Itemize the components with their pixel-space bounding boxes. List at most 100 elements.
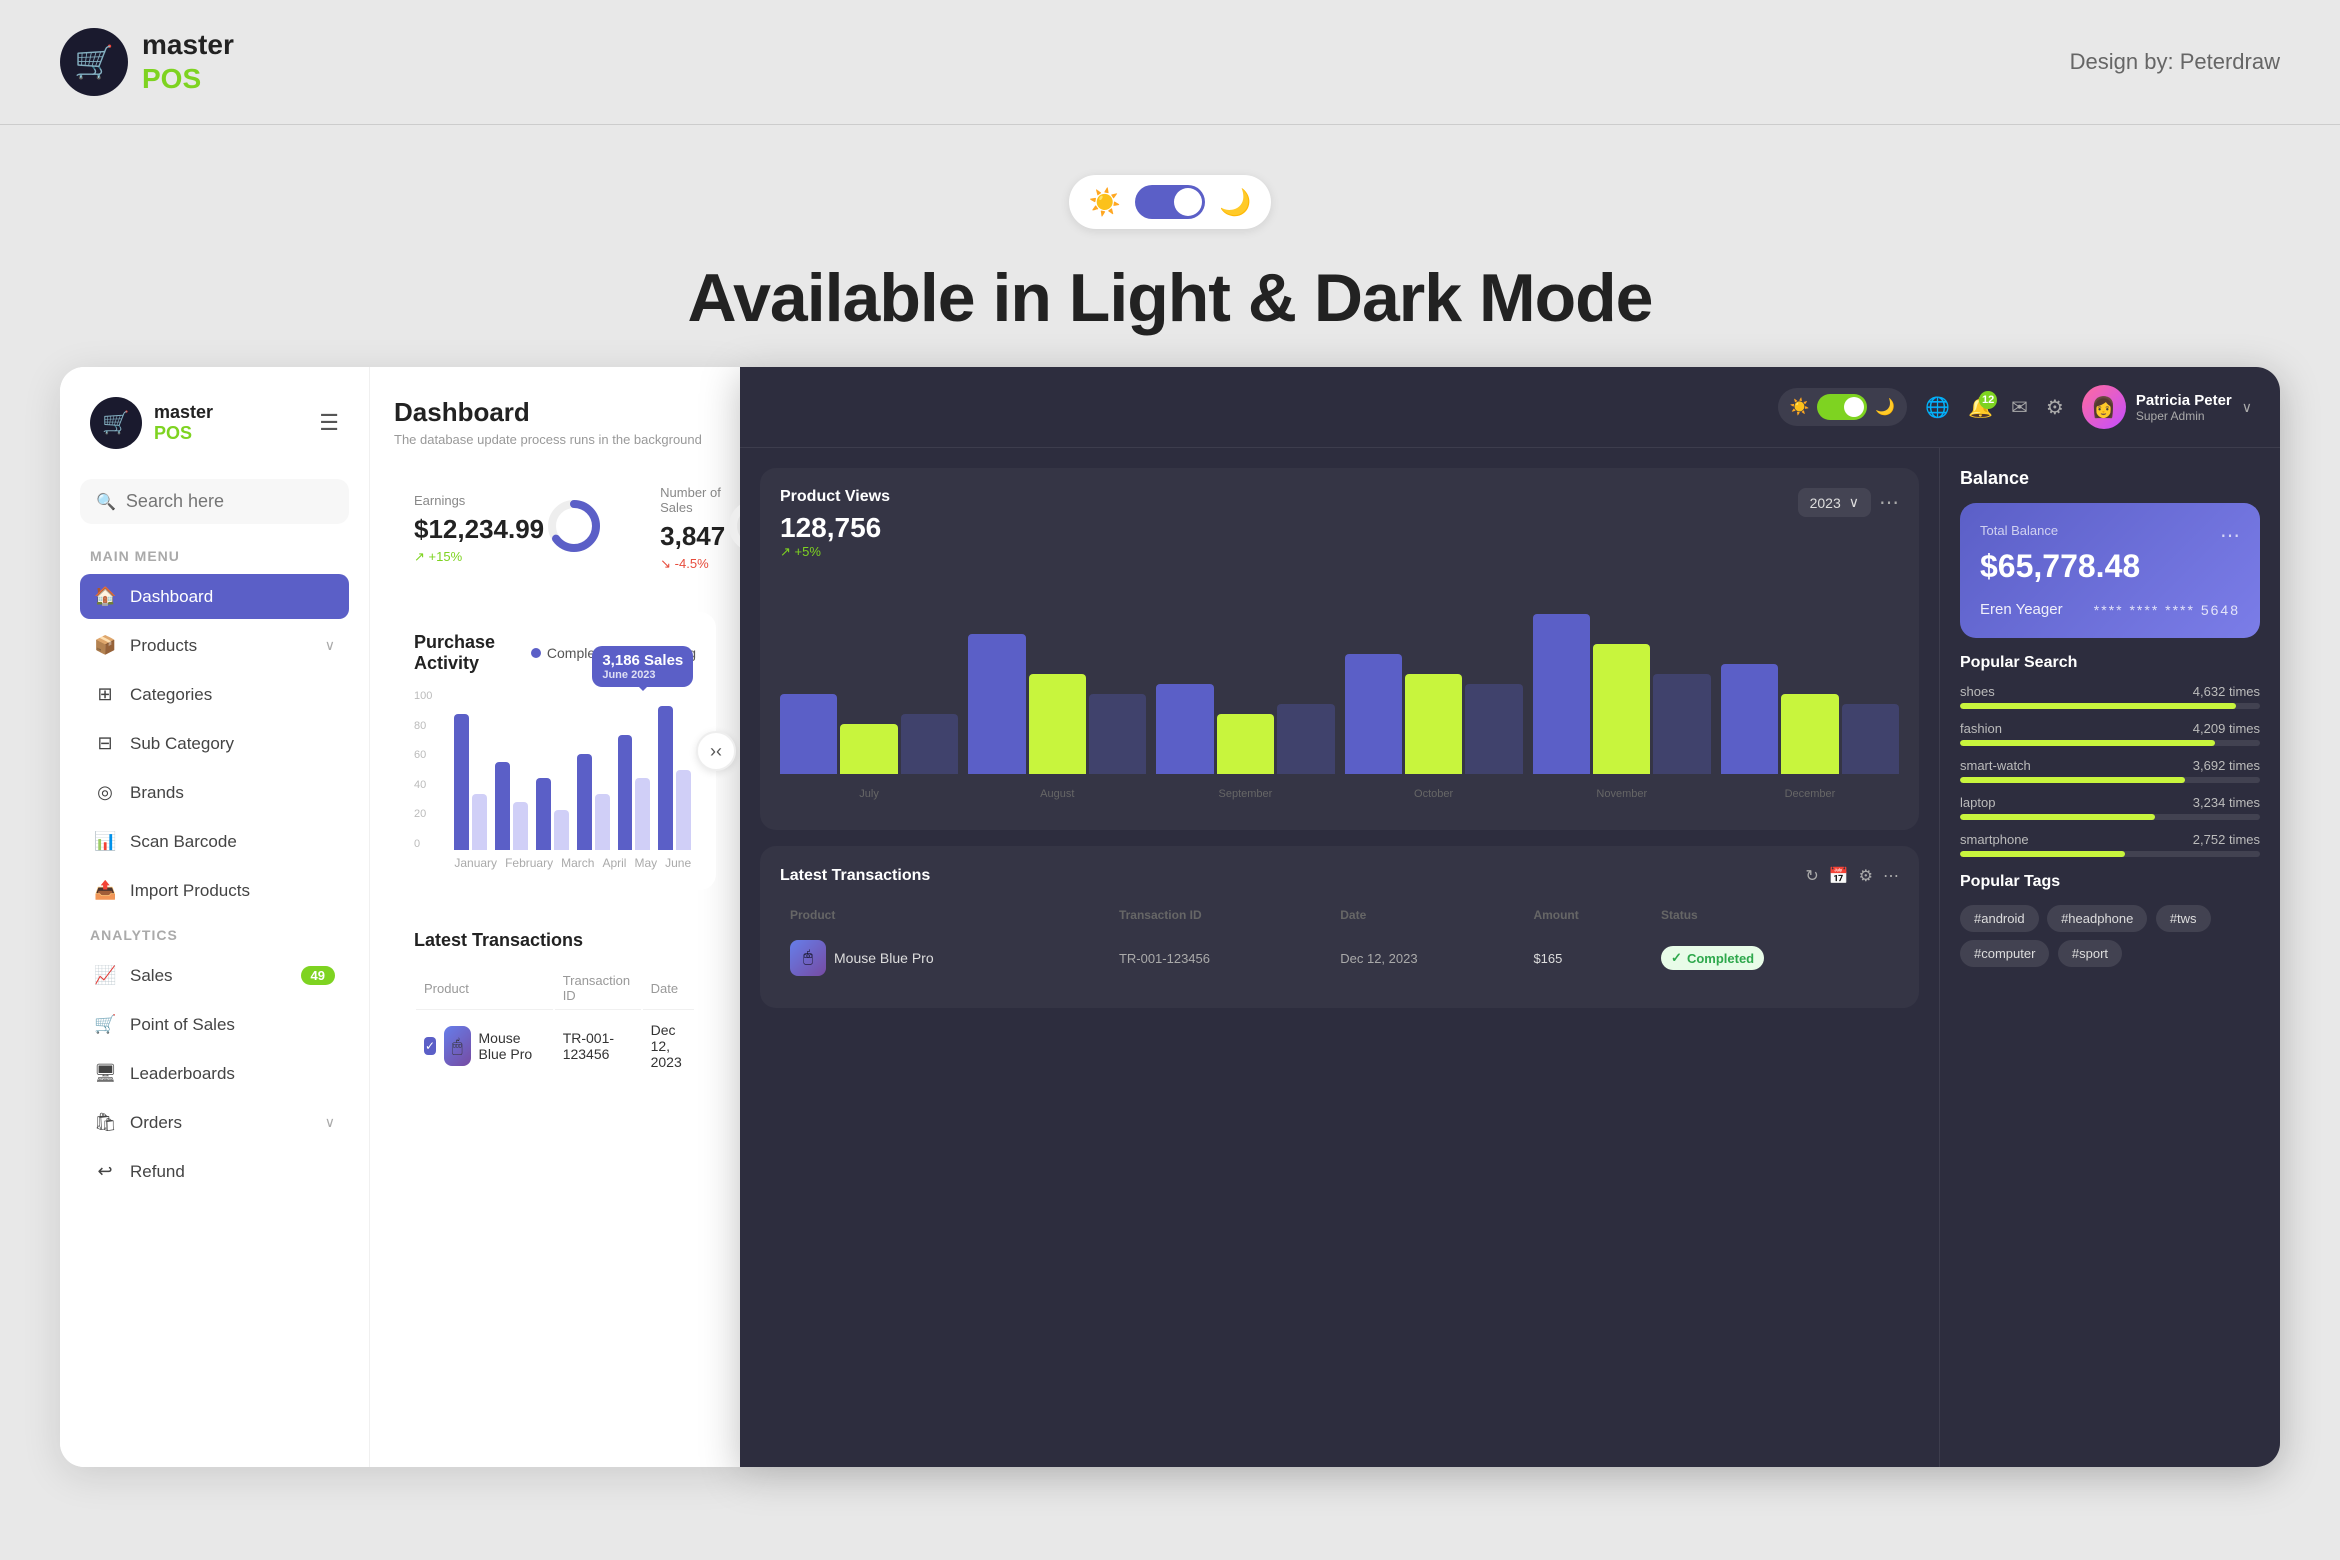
notification-button[interactable]: 🔔 12 — [1968, 395, 1993, 420]
dashboard-area: Dashboard The database update process ru… — [370, 367, 740, 1467]
search-count-smartwatch: 3,692 times — [2193, 758, 2260, 773]
stat-card-earnings: Earnings $12,234.99 ↗ +15% — [394, 465, 624, 592]
globe-icon[interactable]: 🌐 — [1925, 395, 1950, 420]
sidebar-item-brands[interactable]: ◎ Brands — [80, 770, 349, 815]
tag-headphone[interactable]: #headphone — [2047, 905, 2147, 932]
sidebar-item-leaderboards[interactable]: 🖥 Leaderboards — [80, 1051, 349, 1096]
user-area[interactable]: 👩 Patricia Peter Super Admin ∨ — [2082, 385, 2252, 429]
hero-title: Available in Light & Dark Mode — [688, 259, 1653, 337]
dark-bar-dec-blue — [1721, 664, 1778, 774]
search-item-laptop-header: laptop 3,234 times — [1960, 795, 2260, 810]
sidebar-item-products[interactable]: 📦 Products ∨ — [80, 623, 349, 668]
dark-bar-aug-light — [1089, 694, 1146, 774]
filter-icon[interactable]: ⚙ — [2046, 395, 2064, 420]
sidebar-item-refund[interactable]: ↩ Refund — [80, 1149, 349, 1194]
chart-next-button[interactable]: ›‹ — [696, 731, 736, 771]
nav-label-products: Products — [130, 636, 197, 656]
brand-pos: POS — [142, 63, 201, 94]
popular-tags-title: Popular Tags — [1960, 873, 2260, 891]
search-count-shoes: 4,632 times — [2193, 684, 2260, 699]
dark-bar-dec-light — [1842, 704, 1899, 774]
sales-change-text: -4.5% — [675, 556, 709, 571]
pv-up-icon: ↗ — [780, 544, 791, 559]
tag-computer[interactable]: #computer — [1960, 940, 2049, 967]
sidebar-item-dashboard[interactable]: 🏠 Dashboard — [80, 574, 349, 619]
brand-master: master — [142, 29, 234, 60]
search-bar-laptop-fill — [1960, 814, 2155, 820]
dark-cell-product: 🖱 Mouse Blue Pro — [782, 930, 1109, 986]
dark-bar-oct-light — [1465, 684, 1522, 774]
calendar-icon[interactable]: 📅 — [1829, 866, 1849, 886]
search-bar-fashion-fill — [1960, 740, 2215, 746]
dark-bar-nov-light — [1653, 674, 1710, 774]
toggle-section: ☀️ 🌙 Available in Light & Dark Mode — [0, 125, 2340, 367]
products-icon: 📦 — [94, 635, 116, 656]
product-views-change: ↗ +5% — [780, 544, 890, 560]
sidebar-item-scan-barcode[interactable]: 📊 Scan Barcode — [80, 819, 349, 864]
dark-col-amount: Amount — [1525, 902, 1651, 928]
sales-count-value: 3,847 — [660, 521, 725, 552]
more-trans-icon[interactable]: ⋯ — [1883, 866, 1899, 886]
menu-label: MAIN MENU — [80, 548, 349, 564]
bar-june-pending — [676, 770, 691, 850]
sidebar-item-sales[interactable]: 📈 Sales 49 — [80, 953, 349, 998]
nav-label-brands: Brands — [130, 783, 184, 803]
tag-sport[interactable]: #sport — [2058, 940, 2122, 967]
more-icon[interactable]: ⋯ — [1879, 490, 1899, 515]
year-selector[interactable]: 2023 ∨ — [1798, 488, 1871, 517]
label-mar: March — [561, 856, 594, 870]
balance-menu-icon[interactable]: ⋯ — [2220, 523, 2240, 548]
search-input[interactable] — [126, 491, 333, 512]
search-count-laptop: 3,234 times — [2193, 795, 2260, 810]
dark-theme-toggle[interactable]: ☀️ 🌙 — [1778, 388, 1908, 426]
tag-android[interactable]: #android — [1960, 905, 2039, 932]
bar-june-completed: 3,186 Sales June 2023 — [658, 706, 673, 850]
transactions-thead: Product Transaction ID Date — [416, 967, 694, 1010]
dark-balance-area: Balance Total Balance ⋯ $65,778.48 Eren … — [1940, 448, 2280, 1467]
bar-may-pending — [635, 778, 650, 850]
tooltip-month: June 2023 — [602, 669, 683, 681]
logo-text: master POS — [142, 28, 234, 95]
sidebar-item-orders[interactable]: 🛍 Orders ∨ — [80, 1100, 349, 1145]
dark-bar-jul — [780, 694, 958, 774]
mail-icon[interactable]: ✉ — [2011, 395, 2028, 420]
sidebar-item-import-products[interactable]: 📤 Import Products — [80, 868, 349, 913]
label-may: May — [634, 856, 657, 870]
sidebar-item-pos[interactable]: 🛒 Point of Sales — [80, 1002, 349, 1047]
card-holder-name: Eren Yeager — [1980, 601, 2063, 618]
nav-label-pos: Point of Sales — [130, 1015, 235, 1035]
dark-chart-area: Product Views 128,756 ↗ +5% 2023 ∨ — [740, 448, 1940, 1467]
nav-label-leaderboards: Leaderboards — [130, 1064, 235, 1084]
dark-label-aug: August — [968, 788, 1146, 800]
dark-panel: ☀️ 🌙 🌐 🔔 12 ✉ ⚙ 👩 Patricia Peter Super A… — [740, 367, 2280, 1467]
home-icon: 🏠 — [94, 586, 116, 607]
sidebar-item-categories[interactable]: ⊞ Categories — [80, 672, 349, 717]
year-label: 2023 — [1810, 495, 1841, 511]
dark-toggle-track[interactable] — [1817, 394, 1867, 420]
product-views-title: Product Views — [780, 488, 890, 506]
dark-bar-dec-green — [1781, 694, 1838, 774]
tooltip: 3,186 Sales June 2023 — [592, 646, 693, 687]
dark-trans-title: Latest Transactions — [780, 867, 930, 885]
row-checkbox[interactable]: ✓ — [424, 1037, 436, 1055]
balance-card-footer: Eren Yeager **** **** **** 5648 — [1980, 601, 2240, 618]
dark-product-image: 🖱 — [790, 940, 826, 976]
search-term-fashion: fashion — [1960, 721, 2002, 736]
toggle-thumb — [1174, 188, 1202, 216]
nav-label-subcategory: Sub Category — [130, 734, 234, 754]
theme-toggle[interactable]: ☀️ 🌙 — [1069, 175, 1272, 229]
filter-trans-icon[interactable]: ⚙ — [1859, 866, 1873, 886]
table-row: 🖱 Mouse Blue Pro TR-001-123456 Dec 12, 2… — [782, 930, 1897, 986]
sidebar-item-subcategory[interactable]: ⊟ Sub Category — [80, 721, 349, 766]
tag-tws[interactable]: #tws — [2156, 905, 2211, 932]
hamburger-button[interactable]: ☰ — [319, 410, 339, 436]
bar-may-completed — [618, 735, 633, 850]
dark-bar-nov — [1533, 614, 1711, 774]
chevron-down-orders-icon: ∨ — [325, 1114, 335, 1131]
sales-donut — [725, 496, 740, 556]
chart-bars: 3,186 Sales June 2023 — [444, 690, 701, 850]
dark-bar-aug-blue — [968, 634, 1025, 774]
toggle-track[interactable] — [1135, 185, 1205, 219]
refresh-icon[interactable]: ↻ — [1805, 866, 1818, 886]
dark-trans-header: Latest Transactions ↻ 📅 ⚙ ⋯ — [780, 866, 1899, 886]
